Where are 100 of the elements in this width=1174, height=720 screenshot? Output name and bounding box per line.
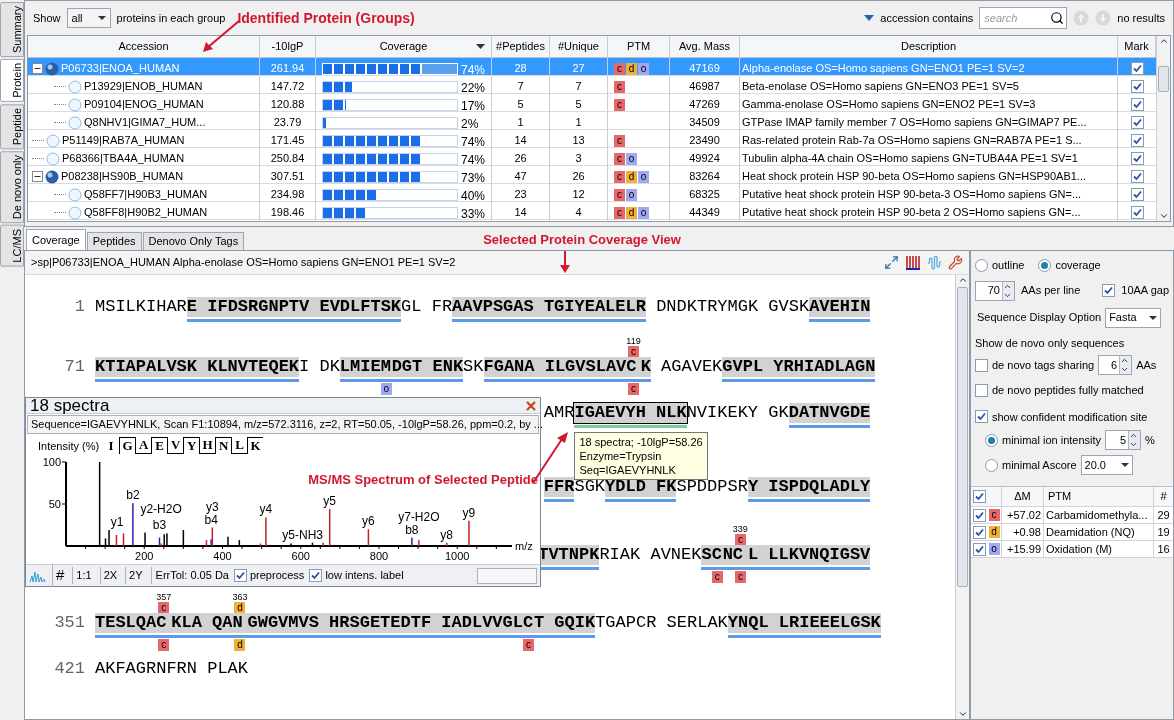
checkbox[interactable] (1130, 152, 1144, 165)
column-header[interactable]: Description (901, 38, 956, 55)
covered-sequence[interactable]: K (640, 357, 651, 377)
covered-sequence[interactable]: C (522, 613, 534, 633)
table-row[interactable]: P51149|RAB7A_HUMAN 171.45 74% 14 13 c 23490 Ras-related protein Rab-7a OS=Homo sapiens GN=RAB7A PE=1 S... (28, 130, 1156, 148)
covered-sequence[interactable]: DGT ENK (391, 357, 464, 377)
ascore-dropdown[interactable]: 20.0 (1080, 455, 1133, 475)
covered-sequence[interactable]: TVTNPK (538, 545, 600, 565)
covered-sequence[interactable]: TESLQA (95, 613, 157, 633)
checkbox[interactable] (1130, 116, 1144, 129)
table-row[interactable]: Q58FF8|H90B2_HUMAN 198.46 33% 14 4 c d o 44349 Putative heat shock protein HSP 90-beta 2 OS=Homo sapiens GN=... (28, 202, 1156, 220)
table-row[interactable]: Q58FF7|H90B3_HUMAN 234.98 40% 23 12 c o 68325 Putative heat shock protein HSP 90-beta-3 OS=Homo sapiens GN=... (28, 184, 1156, 202)
table-row[interactable]: P08238|HS90B_HUMAN 307.51 73% 47 26 c d o 83264 Heat shock protein HSP 90-beta OS=Homo sapiens GN=HSP90AB1... (28, 166, 1156, 184)
checkbox[interactable] (972, 508, 986, 522)
covered-sequence[interactable]: E IFDSRGNPTV EVDLFTSK (186, 297, 402, 317)
covered-sequence[interactable]: C (156, 613, 172, 633)
covered-sequence[interactable]: FGANA ILGVSLAV (483, 357, 627, 377)
tool-button[interactable]: 2Y (125, 567, 146, 584)
search-icon[interactable] (1050, 11, 1065, 25)
search-field[interactable]: search (979, 7, 1068, 29)
scrollbar[interactable] (955, 275, 969, 719)
scroll-down-icon[interactable] (957, 709, 968, 719)
column-header[interactable]: Coverage (379, 38, 428, 55)
covered-sequence[interactable]: GVPL YRHIADLAGN (722, 357, 876, 377)
covered-sequence[interactable]: S (701, 545, 712, 565)
collapse-icon[interactable] (32, 63, 43, 74)
covered-sequence[interactable]: KLA QA (171, 613, 233, 633)
caret-icon[interactable] (864, 15, 875, 21)
scroll-thumb[interactable] (957, 287, 968, 587)
view-tab[interactable]: Peptides (86, 232, 142, 250)
table-row[interactable]: P09104|ENOG_HUMAN 120.88 17% 5 5 c 47269 Gamma-enolase OS=Homo sapiens GN=ENO2 PE=1 SV=3 (28, 94, 1156, 112)
checkbox[interactable] (1130, 80, 1144, 93)
column-header[interactable]: PTM (1048, 488, 1072, 505)
collapse-icon[interactable] (32, 171, 43, 182)
covered-sequence[interactable]: GWGVMVS HRSGETEDTF IADLVVGL (247, 613, 523, 633)
checkbox[interactable] (1130, 98, 1144, 111)
table-row[interactable]: P13929|ENOB_HUMAN 147.72 22% 7 7 c 46987 Beta-enolase OS=Homo sapiens GN=ENO3 PE=1 SV=5 (28, 76, 1156, 94)
checkbox[interactable] (1102, 284, 1116, 297)
column-header[interactable]: -10lgP (271, 38, 304, 55)
show-dropdown[interactable]: all (66, 8, 111, 28)
checkbox[interactable] (1130, 188, 1144, 201)
tool-button[interactable]: 1:1 (72, 567, 95, 584)
column-header[interactable]: # (1160, 488, 1167, 505)
side-tab[interactable]: Protein (0, 59, 24, 102)
covered-sequence[interactable]: LMIE (339, 357, 381, 377)
checkbox[interactable] (975, 383, 988, 397)
covered-sequence[interactable]: IGAEVYH NLK (574, 403, 687, 423)
covered-sequence[interactable]: C (626, 357, 641, 377)
checkbox[interactable] (975, 410, 988, 424)
peptide-bar[interactable] (543, 499, 575, 502)
fit-icon[interactable] (884, 255, 899, 270)
checkbox[interactable] (1130, 206, 1144, 219)
side-tab[interactable]: De novo only (0, 151, 24, 224)
bar-chart-icon[interactable] (905, 255, 921, 270)
checkbox[interactable] (1130, 170, 1144, 183)
scroll-up-icon[interactable] (957, 275, 968, 285)
input-field[interactable] (477, 567, 537, 584)
covered-sequence[interactable]: M (380, 357, 392, 377)
column-header[interactable]: PTM (626, 38, 651, 55)
covered-sequence[interactable]: N (232, 613, 248, 633)
checkbox[interactable] (975, 358, 988, 372)
checkbox[interactable] (972, 525, 986, 539)
covered-sequence[interactable]: N (722, 545, 733, 565)
covered-sequence[interactable]: L LLKVNQIGSV (747, 545, 871, 565)
column-header[interactable]: Accession (118, 38, 169, 55)
covered-sequence[interactable]: Y ISPDQLADLY (747, 477, 871, 497)
covered-sequence[interactable]: DATNVGDE (788, 403, 871, 423)
checkbox[interactable] (1130, 62, 1144, 75)
column-header[interactable]: Avg. Mass (678, 38, 731, 55)
view-tab[interactable]: Denovo Only Tags (142, 232, 245, 250)
checkbox[interactable] (309, 569, 323, 582)
spinner-field[interactable]: 70 (975, 280, 1015, 301)
column-header[interactable]: #Unique (558, 38, 599, 55)
radio-button[interactable] (985, 458, 998, 472)
checkbox[interactable] (972, 542, 986, 556)
display-dropdown[interactable]: Fasta (1105, 307, 1162, 328)
covered-sequence[interactable]: FFR (543, 477, 575, 497)
scrollbar[interactable] (1156, 36, 1170, 221)
tools-icon[interactable] (948, 255, 963, 270)
covered-sequence[interactable]: KTIAPALVSK KLNVTEQEK (95, 357, 300, 377)
covered-sequence[interactable]: C (711, 545, 723, 565)
scroll-thumb[interactable] (1158, 66, 1169, 92)
covered-sequence[interactable]: AVEHIN (809, 297, 871, 317)
side-tab[interactable]: Peptide (0, 103, 24, 150)
scroll-up-icon[interactable] (1158, 36, 1169, 46)
table-row[interactable]: Q8NHV1|GIMA7_HUM... 23.79 2% 1 1 34509 GTPase IMAP family member 7 OS=Homo sapiens GN=GIMAP7 PE... (28, 112, 1156, 130)
peptide-bar[interactable] (538, 567, 600, 570)
side-tab[interactable]: LC/MS (0, 225, 24, 268)
column-header[interactable]: #Peptides (496, 38, 545, 55)
covered-sequence[interactable]: AAVPSGAS TGIYEALELR (452, 297, 646, 317)
column-header[interactable]: Mark (1124, 38, 1149, 55)
column-header[interactable]: ΔM (1014, 488, 1031, 505)
covered-sequence[interactable]: T GQIK (533, 613, 596, 633)
side-tab[interactable]: Summary (0, 2, 24, 58)
spinner-field[interactable]: 5 (1105, 430, 1142, 450)
checkbox[interactable] (233, 569, 247, 582)
checkbox[interactable] (972, 490, 986, 503)
peptide-bar[interactable] (339, 379, 381, 382)
spinner-field[interactable]: 6 (1098, 355, 1133, 375)
close-icon[interactable] (526, 400, 536, 411)
